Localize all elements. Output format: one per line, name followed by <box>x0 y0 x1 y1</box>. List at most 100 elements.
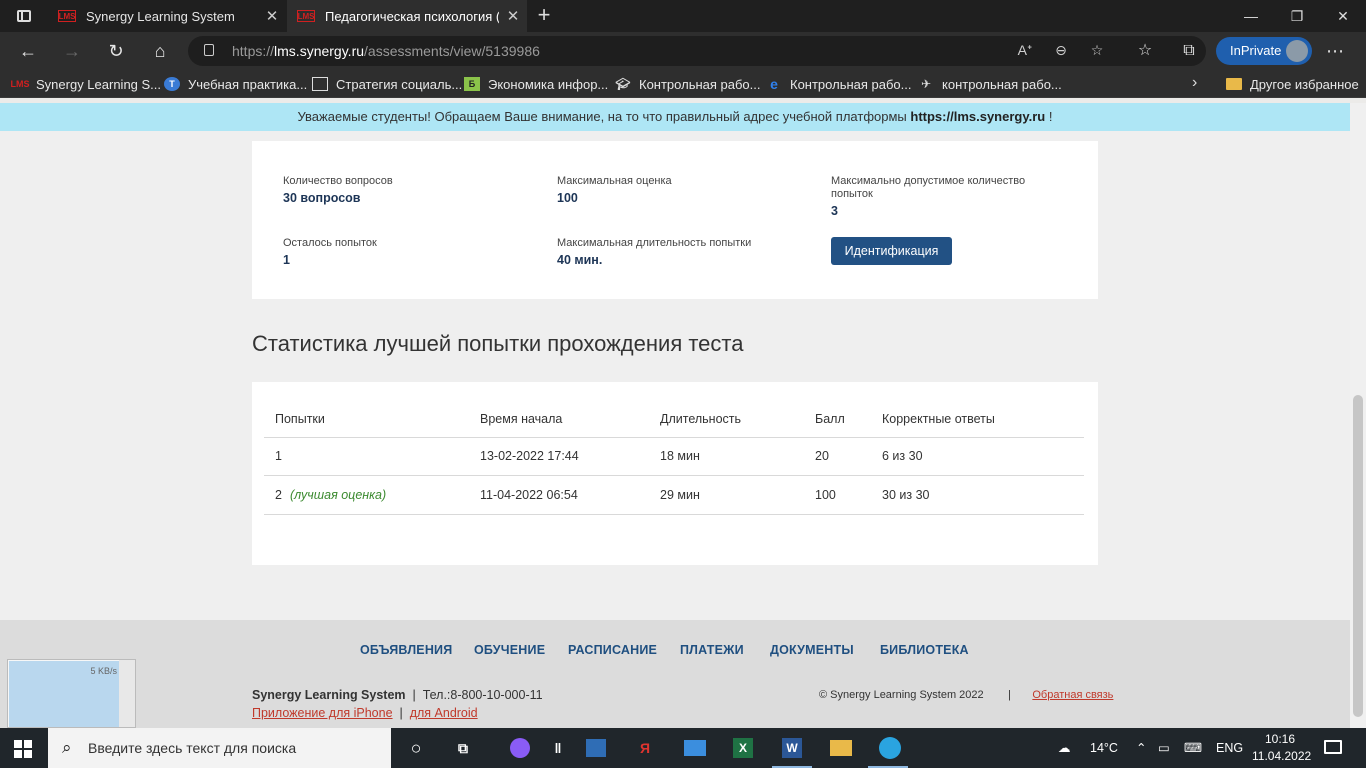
address-toolbar: ← → ↻ ⌂ https://lms.synergy.ru/assessmen… <box>0 32 1366 70</box>
minimize-icon[interactable]: — <box>1228 0 1274 32</box>
address-bar[interactable]: https://lms.synergy.ru/assessments/view/… <box>188 36 1206 66</box>
close-tab-icon[interactable]: ✕ <box>499 7 527 25</box>
tab-title: Synergy Learning System <box>86 8 235 24</box>
android-app-link[interactable]: для Android <box>410 706 478 720</box>
edge-icon[interactable] <box>876 734 904 762</box>
cap-icon: 🎓︎ <box>615 77 631 91</box>
clock[interactable]: 10:16 11.04.2022 <box>1252 731 1311 765</box>
footer-nav-documents[interactable]: ДОКУМЕНТЫ <box>770 643 854 657</box>
other-favorites[interactable]: Другое избранное <box>1226 70 1359 98</box>
tab-actions-icon <box>17 10 31 22</box>
add-favorite-icon[interactable]: ☆ <box>1086 42 1108 60</box>
yandex-browser-icon[interactable]: Я <box>631 734 659 762</box>
scrollbar-thumb[interactable] <box>1353 395 1363 717</box>
tab-bar: LMS Synergy Learning System ✕ LMS Педаго… <box>0 0 1366 32</box>
url-text[interactable]: https://lms.synergy.ru/assessments/view/… <box>232 43 540 59</box>
identification-button[interactable]: Идентификация <box>831 237 952 265</box>
cell-score: 20 <box>815 449 829 463</box>
tab-synergy[interactable]: LMS Synergy Learning System ✕ <box>48 0 286 32</box>
row-divider <box>264 514 1084 515</box>
network-widget[interactable]: 5 KB/s <box>7 659 136 728</box>
questions-count: Количество вопросов 30 вопросов <box>283 175 393 205</box>
new-tab-icon[interactable]: + <box>532 4 556 28</box>
e-icon: e <box>770 76 778 92</box>
cell-correct: 6 из 30 <box>882 449 923 463</box>
store-icon[interactable] <box>582 734 610 762</box>
more-menu-icon[interactable]: ⋯ <box>1326 41 1344 62</box>
cell-attempt: 1 <box>275 449 282 463</box>
refresh-icon[interactable]: ↻ <box>101 37 131 65</box>
header-start: Время начала <box>480 412 563 426</box>
weather-icon[interactable]: ☁ <box>1058 728 1071 768</box>
battery-icon[interactable]: ▭ <box>1158 728 1170 768</box>
close-window-icon[interactable]: ✕ <box>1320 0 1366 32</box>
b-icon: Б <box>464 77 480 91</box>
bookmark-item[interactable]: e Контрольная рабо... <box>766 70 911 98</box>
lms-icon: LMS <box>10 79 30 89</box>
cortana-icon[interactable]: ○ <box>402 734 430 762</box>
best-score-note: (лучшая оценка) <box>289 488 387 502</box>
tab-actions-button[interactable] <box>0 0 48 32</box>
footer-copyright: © Synergy Learning System 2022 | Обратна… <box>819 689 1114 701</box>
notifications-icon[interactable] <box>1324 740 1342 754</box>
collections-icon[interactable]: ⧉ <box>1174 37 1204 65</box>
mail-icon[interactable] <box>681 734 709 762</box>
footer-nav-library[interactable]: БИБЛИОТЕКА <box>880 643 969 657</box>
bookmark-item[interactable]: LMS Synergy Learning S... <box>10 70 162 98</box>
cell-correct: 30 из 30 <box>882 488 930 502</box>
bookmark-item[interactable]: T Учебная практика... <box>164 70 307 98</box>
bookmark-item[interactable]: Б Экономика инфор... <box>464 70 608 98</box>
search-icon: ⌕ <box>62 738 72 757</box>
inprivate-badge[interactable]: InPrivate <box>1216 37 1312 65</box>
taskbar-search[interactable]: ⌕ Введите здесь текст для поиска <box>48 728 391 768</box>
tab-favicon: LMS <box>58 10 76 22</box>
widget-side-panel[interactable] <box>119 660 135 727</box>
temperature[interactable]: 14°C <box>1090 728 1118 768</box>
lock-icon[interactable] <box>204 44 214 56</box>
word-icon[interactable]: W <box>778 734 806 762</box>
read-aloud-icon[interactable]: Aᐩ <box>1014 42 1036 60</box>
favorites-icon[interactable]: ☆ <box>1130 37 1160 65</box>
iphone-app-link[interactable]: Приложение для iPhone <box>252 706 393 720</box>
taskbar: ⌕ Введите здесь текст для поиска ○ ⧉ ‖ Я… <box>0 728 1366 768</box>
header-score: Балл <box>815 412 845 426</box>
folder-icon <box>1226 78 1242 90</box>
home-icon[interactable]: ⌂ <box>145 37 175 65</box>
search-placeholder: Введите здесь текст для поиска <box>88 740 297 756</box>
test-info-card: Количество вопросов 30 вопросов Максимал… <box>252 141 1098 299</box>
footer-nav-schedule[interactable]: РАСПИСАНИЕ <box>568 643 657 657</box>
chevron-right-icon[interactable]: › <box>1192 74 1197 92</box>
task-view-icon[interactable]: ⧉ <box>449 734 477 762</box>
footer-nav-learning[interactable]: ОБУЧЕНИЕ <box>474 643 545 657</box>
restore-icon[interactable]: ❐ <box>1274 0 1320 32</box>
language-indicator[interactable]: ENG <box>1216 728 1243 768</box>
max-attempts: Максимально допустимое количество попыто… <box>831 175 1026 218</box>
windows-start-icon[interactable] <box>14 740 32 758</box>
bookmark-item[interactable]: ✈ контрольная рабо... <box>918 70 1062 98</box>
header-duration: Длительность <box>660 412 742 426</box>
tab-active[interactable]: LMS Педагогическая психология (Об ✕ <box>287 0 527 32</box>
footer-nav-payments[interactable]: ПЛАТЕЖИ <box>680 643 744 657</box>
cell-score: 100 <box>815 488 836 502</box>
excel-icon[interactable]: X <box>729 734 757 762</box>
page-scrollbar[interactable] <box>1350 103 1366 728</box>
profile-avatar <box>1286 40 1308 62</box>
file-explorer-icon[interactable] <box>827 734 855 762</box>
footer: ОБЪЯВЛЕНИЯ ОБУЧЕНИЕ РАСПИСАНИЕ ПЛАТЕЖИ Д… <box>0 620 1350 728</box>
bookmark-item[interactable]: 🎓︎ Контрольная рабо... <box>615 70 760 98</box>
show-hidden-icons[interactable]: ⌃ <box>1136 728 1146 768</box>
cell-duration: 18 мин <box>660 449 700 463</box>
max-score: Максимальная оценка 100 <box>557 175 672 205</box>
back-icon[interactable]: ← <box>13 37 43 65</box>
bookmark-item[interactable]: Стратегия социаль... <box>312 70 462 98</box>
close-tab-icon[interactable]: ✕ <box>258 7 286 25</box>
separator-icon: ‖ <box>554 740 562 756</box>
alice-icon[interactable] <box>506 734 534 762</box>
feedback-link[interactable]: Обратная связь <box>1032 689 1113 701</box>
zoom-icon[interactable]: ⊖ <box>1050 42 1072 60</box>
header-correct: Корректные ответы <box>882 412 995 426</box>
widget-speed: 5 KB/s <box>90 666 117 676</box>
footer-nav-announcements[interactable]: ОБЪЯВЛЕНИЯ <box>360 643 452 657</box>
forward-icon[interactable]: → <box>57 37 87 65</box>
keyboard-icon[interactable]: ⌨ <box>1184 728 1202 768</box>
